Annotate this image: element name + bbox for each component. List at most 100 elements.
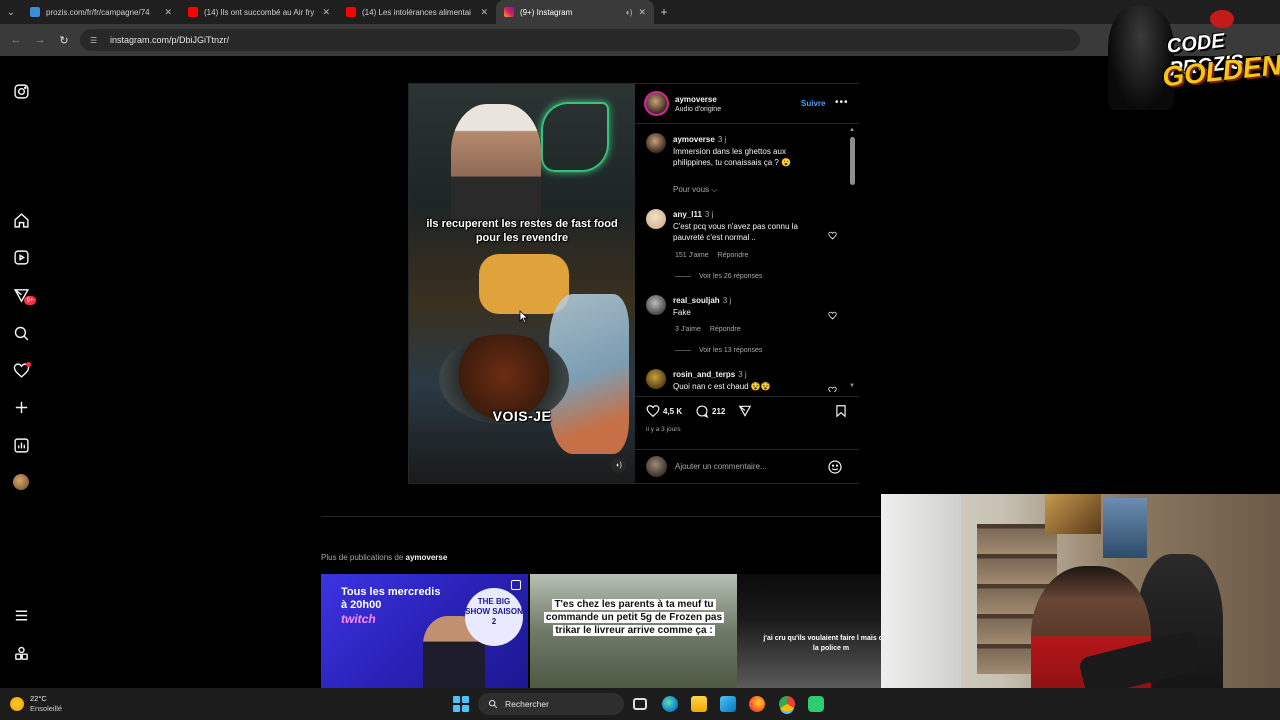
comment-meta: 151 J'aime Répondre [675, 252, 757, 259]
windows-start-icon[interactable] [453, 696, 469, 712]
post-thumbnail[interactable]: T'es chez les parents à ta meuf tu comma… [530, 574, 737, 688]
comment-time: 3 j [722, 296, 732, 305]
like-comment-icon[interactable] [828, 382, 837, 392]
youtube-favicon-icon [346, 7, 356, 17]
promo-code-overlay: CODE PROZIS GOLDENG [1106, 6, 1280, 112]
avatar[interactable] [646, 209, 666, 229]
view-replies-button[interactable]: Voir les 26 réponses [675, 273, 762, 280]
tab-youtube-2[interactable]: (14) Les intolérances alimentai ✕ [338, 0, 496, 24]
menu-icon[interactable] [12, 606, 30, 624]
author-avatar[interactable] [644, 91, 669, 116]
comment-time: 3 j [704, 210, 714, 219]
back-arrow-icon[interactable]: ← [4, 28, 28, 52]
close-icon[interactable]: ✕ [164, 7, 172, 18]
post-date: il y a 3 jours [646, 426, 681, 433]
reload-icon[interactable]: ↻ [52, 28, 76, 52]
webcam-window [881, 494, 961, 720]
notification-badge: 9+ [24, 296, 36, 305]
messaging-app-icon[interactable] [808, 696, 824, 712]
neon-sign [541, 102, 609, 172]
reels-icon[interactable] [12, 248, 30, 266]
reply-button[interactable]: Répondre [710, 326, 741, 333]
url-text: instagram.com/p/DbiJGiTtnzr/ [110, 35, 230, 45]
weather-temperature: 22°C [30, 694, 47, 703]
share-icon [738, 405, 752, 417]
comment-username[interactable]: any_l11 3 j [673, 210, 713, 219]
like-comment-icon[interactable] [828, 307, 837, 320]
like-comment-icon[interactable] [828, 227, 837, 240]
avatar[interactable] [646, 295, 666, 315]
edge-icon[interactable] [662, 696, 678, 712]
emoji-icon[interactable] [827, 459, 843, 475]
apps-icon[interactable] [12, 644, 30, 662]
view-replies-button[interactable]: Voir les 13 réponses [675, 347, 762, 354]
file-explorer-icon[interactable] [691, 696, 707, 712]
follow-button[interactable]: Suivre [801, 99, 825, 108]
post-thumbnail[interactable]: j'ai cru qu'ils voulaient faire l mais c… [737, 574, 881, 688]
scroll-up-arrow-icon[interactable]: ▲ [849, 127, 855, 133]
description-username[interactable]: aymoverse 3 j [673, 135, 726, 144]
author-username[interactable]: aymoverse [675, 95, 717, 104]
create-icon[interactable] [12, 398, 30, 416]
reel-video[interactable]: ils recuperent les restes de fast food p… [409, 84, 635, 483]
site-info-icon[interactable]: ☰ [90, 36, 102, 45]
replies-line [675, 276, 691, 277]
dashboard-icon[interactable] [12, 436, 30, 454]
comment-text: Quoi nan c est chaud 😵😵 [673, 382, 771, 391]
scrollbar-thumb[interactable] [850, 137, 855, 185]
more-posts-username[interactable]: aymoverse [406, 553, 448, 562]
share-button[interactable] [738, 404, 755, 418]
comment-likes[interactable]: 151 J'aime [675, 252, 709, 259]
avatar[interactable] [646, 369, 666, 389]
new-tab-button[interactable]: + [654, 5, 674, 19]
audio-label[interactable]: Audio d'origine [675, 106, 721, 113]
more-options-icon[interactable]: ••• [835, 97, 849, 108]
address-bar[interactable]: ☰ instagram.com/p/DbiJGiTtnzr/ [80, 29, 1080, 51]
comments-count: 212 [712, 406, 726, 416]
search-icon[interactable] [12, 324, 30, 342]
chrome-icon[interactable] [779, 696, 795, 712]
scroll-down-arrow-icon[interactable]: ▼ [849, 383, 855, 389]
like-button[interactable]: 4,5 K [646, 404, 682, 418]
firefox-icon[interactable] [749, 696, 765, 712]
close-icon[interactable]: ✕ [322, 7, 330, 18]
store-icon[interactable] [720, 696, 736, 712]
likes-count[interactable]: 4,5 K [663, 407, 682, 416]
sort-comments-dropdown[interactable]: Pour vous ⌵ [673, 185, 717, 195]
overlay-character [1108, 6, 1174, 110]
comment-input[interactable]: Ajouter un commentaire... [675, 462, 767, 471]
comment-button[interactable]: 212 [695, 404, 725, 418]
comment-likes[interactable]: 3 J'aime [675, 326, 701, 333]
home-icon[interactable] [12, 211, 30, 229]
sun-icon [10, 697, 24, 711]
post-thumbnail[interactable]: Tous les mercredis à 20h00 twitch THE BIG… [321, 574, 528, 688]
avatar[interactable] [646, 133, 666, 153]
task-view-icon[interactable] [633, 698, 647, 710]
post-card: ils recuperent les restes de fast food p… [408, 83, 859, 484]
weather-widget[interactable]: 22°C Ensoleillé [10, 694, 62, 714]
instagram-logo-icon[interactable] [12, 82, 30, 100]
forward-arrow-icon[interactable]: → [28, 28, 52, 52]
tab-prozis[interactable]: prozis.com/fr/fr/campagne/74 ✕ [22, 0, 180, 24]
sound-toggle-button[interactable]: ◖) [611, 458, 626, 473]
comment-bubble-icon [696, 405, 709, 418]
tab-youtube-1[interactable]: (14) Ils ont succombé au Air fry ✕ [180, 0, 338, 24]
tab-search-chevron-icon[interactable]: ⌄ [0, 0, 22, 24]
save-button[interactable] [834, 404, 851, 418]
comment-username[interactable]: real_souljah 3 j [673, 296, 731, 305]
post-side-panel: aymoverse Audio d'origine Suivre ••• aym… [635, 84, 859, 483]
close-icon[interactable]: ✕ [638, 7, 646, 18]
comments-scrollbar[interactable]: ▲ ▼ [849, 127, 856, 392]
comment-username[interactable]: rosin_and_terps 3 j [673, 370, 747, 379]
video-caption-bottom: VOIS-JE [492, 408, 552, 424]
profile-avatar[interactable] [12, 473, 30, 491]
instagram-favicon-icon [504, 7, 514, 17]
reply-button[interactable]: Répondre [718, 252, 749, 259]
tab-instagram[interactable]: (9+) Instagram ◖) ✕ [496, 0, 654, 24]
more-posts-title: Plus de publications de aymoverse [321, 553, 448, 562]
post-header: aymoverse Audio d'origine Suivre ••• [635, 84, 859, 124]
thumb-text: Tous les mercredis à 20h00 [341, 586, 441, 611]
speaker-icon[interactable]: ◖) [625, 8, 633, 17]
close-icon[interactable]: ✕ [480, 7, 488, 18]
taskbar-search[interactable]: Rechercher [478, 693, 624, 715]
